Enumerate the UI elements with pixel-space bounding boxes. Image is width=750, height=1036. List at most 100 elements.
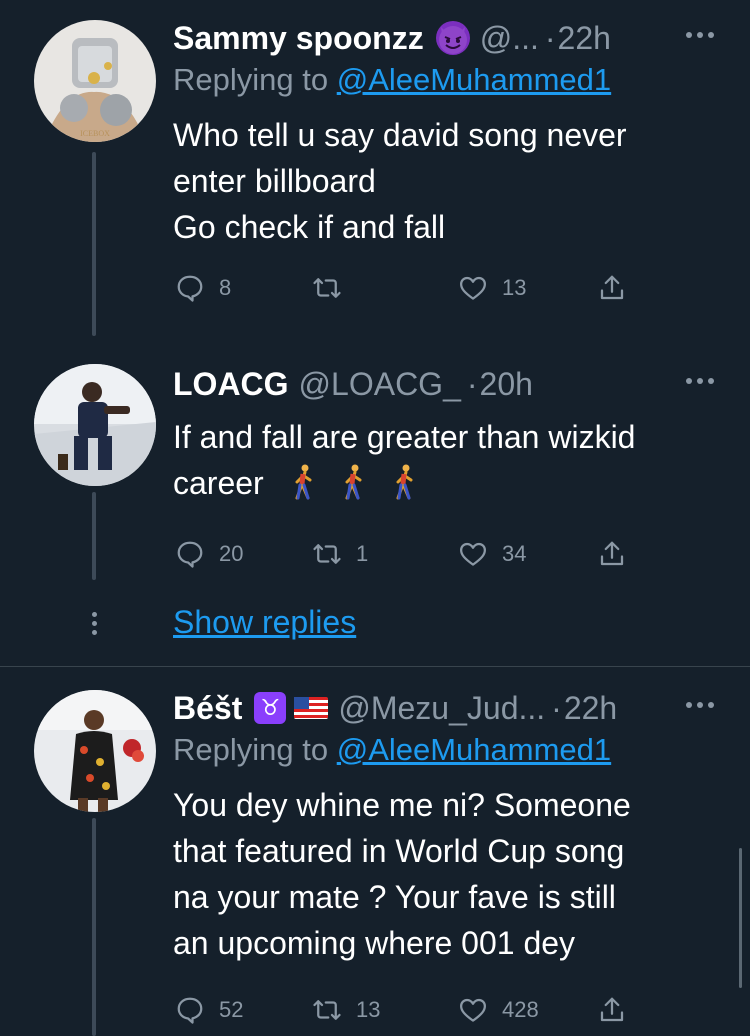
thread-continuation-icon bbox=[90, 612, 98, 639]
handle[interactable]: @LOACG_ bbox=[299, 366, 461, 403]
retweet-button[interactable] bbox=[312, 268, 356, 308]
separator-dot: · bbox=[551, 689, 562, 726]
display-name[interactable]: LOACG bbox=[173, 366, 289, 403]
tweet-text-line: enter billboard bbox=[173, 163, 376, 199]
tweet-content: Béšt ♉ @Mezu_Jud... · 22h Replying to @A… bbox=[173, 686, 720, 1030]
retweet-count: 13 bbox=[356, 997, 381, 1022]
reply-button[interactable]: 8 bbox=[175, 268, 231, 308]
retweet-button[interactable]: 1 bbox=[312, 534, 368, 574]
tweet-text-line: that featured in World Cup song bbox=[173, 833, 625, 869]
avatar-image bbox=[34, 364, 156, 486]
avatar-best[interactable] bbox=[34, 690, 156, 812]
more-options-icon[interactable] bbox=[680, 690, 720, 720]
share-button[interactable] bbox=[597, 534, 627, 574]
heart-icon bbox=[460, 276, 486, 300]
heart-icon bbox=[460, 998, 486, 1022]
reply-button[interactable]: 20 bbox=[175, 534, 243, 574]
display-name[interactable]: Béšt bbox=[173, 690, 242, 727]
action-bar: 52 13 428 bbox=[173, 990, 720, 1030]
separator-dot: · bbox=[466, 365, 478, 402]
more-options-icon[interactable] bbox=[680, 20, 720, 50]
retweet-count: 1 bbox=[356, 541, 369, 566]
divider bbox=[0, 666, 750, 667]
timestamp[interactable]: 20h bbox=[480, 366, 533, 403]
replying-to-label: Replying to bbox=[173, 732, 329, 767]
thread-line bbox=[92, 152, 96, 336]
reply-icon bbox=[177, 275, 203, 302]
tweet-header: Sammy spoonzz @... · 22h bbox=[173, 16, 720, 60]
retweet-icon bbox=[313, 544, 341, 564]
tweet-text-line-wrap: career bbox=[173, 460, 720, 506]
like-button[interactable]: 428 bbox=[458, 990, 539, 1030]
devil-emoji-icon bbox=[435, 21, 470, 55]
avatar-logo-text: ICEBOX bbox=[80, 129, 110, 138]
tweet-text-line: Who tell u say david song never bbox=[173, 117, 627, 153]
tweet-text-line: an upcoming where 001 dey bbox=[173, 925, 576, 961]
show-replies-row: Show replies bbox=[0, 600, 750, 660]
tweet-content: LOACG @LOACG_ · 20h If and fall are grea… bbox=[173, 362, 720, 574]
share-button[interactable] bbox=[597, 990, 627, 1030]
replying-to: Replying to @AleeMuhammed1 bbox=[173, 732, 720, 776]
action-bar: 20 1 34 bbox=[173, 534, 720, 574]
share-icon bbox=[600, 275, 624, 300]
replying-to-label: Replying to bbox=[173, 62, 329, 97]
handle[interactable]: @... bbox=[480, 20, 539, 57]
reply-count: 20 bbox=[219, 541, 244, 566]
person-walking-emoji-icon bbox=[345, 464, 362, 500]
timestamp[interactable]: 22h bbox=[564, 690, 617, 727]
show-replies-link[interactable]: Show replies bbox=[173, 604, 356, 641]
tweet-content: Sammy spoonzz @... · 22h Replying to @Al… bbox=[173, 16, 720, 308]
retweet-icon bbox=[313, 278, 341, 298]
avatar-loacg[interactable] bbox=[34, 364, 156, 486]
share-icon bbox=[600, 541, 624, 566]
like-button[interactable]: 13 bbox=[458, 268, 526, 308]
us-flag-icon bbox=[294, 697, 329, 719]
reply-button[interactable]: 52 bbox=[175, 990, 243, 1030]
person-walking-emoji-icon bbox=[295, 464, 312, 500]
reply-count: 8 bbox=[219, 275, 232, 300]
heart-icon bbox=[460, 542, 486, 566]
display-name[interactable]: Sammy spoonzz bbox=[173, 20, 424, 57]
retweet-icon bbox=[313, 1000, 341, 1020]
tweet-text-line: Go check if and fall bbox=[173, 209, 446, 245]
taurus-emoji-icon: ♉ bbox=[254, 692, 287, 724]
tweet-2[interactable]: LOACG @LOACG_ · 20h If and fall are grea… bbox=[0, 350, 750, 600]
avatar-image bbox=[34, 690, 156, 812]
tweet-text: If and fall are greater than wizkid care… bbox=[173, 414, 720, 506]
avatar-sammy[interactable]: ICEBOX bbox=[34, 20, 156, 142]
scrollbar[interactable] bbox=[739, 848, 742, 988]
tweet-3[interactable]: Béšt ♉ @Mezu_Jud... · 22h Replying to @A… bbox=[0, 676, 750, 1036]
like-button[interactable]: 34 bbox=[458, 534, 526, 574]
tweet-text: You dey whine me ni? Someone that featur… bbox=[173, 782, 720, 966]
replying-to-link[interactable]: @AleeMuhammed1 bbox=[337, 732, 611, 767]
thread-line bbox=[92, 818, 96, 1036]
timestamp[interactable]: 22h bbox=[558, 20, 611, 57]
separator-dot: · bbox=[544, 19, 556, 56]
tweet-thread: ICEBOX Sammy spoonzz @... · 22h Replying… bbox=[0, 0, 750, 1036]
like-count: 428 bbox=[502, 997, 539, 1022]
tweet-text-line: career bbox=[173, 465, 264, 501]
tweet-header: LOACG @LOACG_ · 20h bbox=[173, 362, 720, 406]
share-button[interactable] bbox=[597, 268, 627, 308]
more-options-icon[interactable] bbox=[680, 366, 720, 396]
person-walking-emoji-icon bbox=[396, 464, 413, 500]
tweet-text-line: na your mate ? Your fave is still bbox=[173, 879, 616, 915]
like-count: 13 bbox=[502, 275, 527, 300]
replying-to-link[interactable]: @AleeMuhammed1 bbox=[337, 62, 611, 97]
tweet-text-line: You dey whine me ni? Someone bbox=[173, 787, 631, 823]
like-count: 34 bbox=[502, 541, 527, 566]
thread-line bbox=[92, 492, 96, 580]
tweet-1[interactable]: ICEBOX Sammy spoonzz @... · 22h Replying… bbox=[0, 0, 750, 340]
action-bar: 8 13 bbox=[173, 268, 720, 308]
reply-icon bbox=[177, 997, 203, 1024]
replying-to: Replying to @AleeMuhammed1 bbox=[173, 62, 720, 106]
tweet-text-line: If and fall are greater than wizkid bbox=[173, 419, 636, 455]
avatar-image: ICEBOX bbox=[34, 20, 156, 142]
retweet-button[interactable]: 13 bbox=[312, 990, 380, 1030]
share-icon bbox=[600, 997, 624, 1022]
reply-icon bbox=[177, 541, 203, 568]
tweet-header: Béšt ♉ @Mezu_Jud... · 22h bbox=[173, 686, 720, 730]
reply-count: 52 bbox=[219, 997, 244, 1022]
handle[interactable]: @Mezu_Jud... bbox=[338, 690, 545, 727]
tweet-text: Who tell u say david song never enter bi… bbox=[173, 112, 720, 250]
